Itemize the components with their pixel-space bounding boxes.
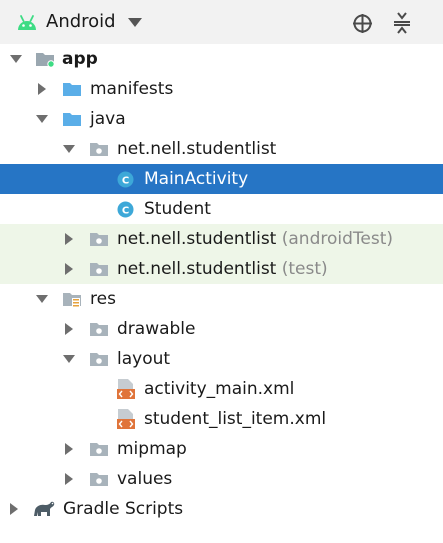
tree-item-label: values (117, 469, 173, 489)
tree-item-label: Student (144, 199, 211, 219)
tree-item-app[interactable]: app (0, 44, 443, 74)
tree-item-drawable[interactable]: drawable (0, 314, 443, 344)
tree-item-package[interactable]: net.nell.studentlist (0, 134, 443, 164)
package-icon (90, 353, 108, 366)
locate-icon[interactable] (352, 13, 373, 34)
project-toolbar: Android (0, 0, 443, 44)
collapsed-arrow-icon[interactable] (63, 263, 75, 275)
tree-item-label: net.nell.studentlist (117, 139, 277, 159)
android-icon (18, 15, 36, 30)
expanded-arrow-icon[interactable] (10, 53, 22, 65)
collapsed-arrow-icon[interactable] (36, 83, 48, 95)
gradle-icon (34, 501, 55, 516)
tree-item-student-list-item-xml[interactable]: student_list_item.xml (0, 404, 443, 434)
expanded-arrow-icon[interactable] (63, 353, 75, 365)
folder-icon (63, 113, 81, 126)
resource-folder-icon (63, 293, 81, 307)
tree-item-activity-main-xml[interactable]: activity_main.xml (0, 374, 443, 404)
svg-text:C: C (122, 176, 129, 187)
tree-item-mainactivity[interactable]: C MainActivity (0, 164, 443, 194)
package-icon (90, 263, 108, 276)
svg-text:C: C (122, 206, 129, 217)
tree-item-label: activity_main.xml (144, 379, 295, 399)
module-folder-icon (36, 53, 55, 68)
tree-item-package-test[interactable]: net.nell.studentlist (test) (0, 254, 443, 284)
package-icon (90, 323, 108, 336)
package-icon (90, 473, 108, 486)
tree-item-label: net.nell.studentlist (117, 259, 277, 279)
source-set-suffix: (androidTest) (281, 229, 394, 249)
folder-icon (63, 83, 81, 96)
tree-item-label: manifests (90, 79, 174, 99)
tree-item-label: MainActivity (144, 169, 249, 189)
tree-item-label: Gradle Scripts (63, 499, 184, 519)
collapsed-arrow-icon[interactable] (63, 473, 75, 485)
layout-xml-icon (117, 379, 135, 399)
tree-item-java[interactable]: java (0, 104, 443, 134)
tree-item-label: mipmap (117, 439, 187, 459)
expanded-arrow-icon[interactable] (63, 143, 75, 155)
expanded-arrow-icon[interactable] (36, 293, 48, 305)
tree-item-label: net.nell.studentlist (117, 229, 277, 249)
tree-item-label: app (62, 49, 98, 69)
tree-item-package-androidtest[interactable]: net.nell.studentlist (androidTest) (0, 224, 443, 254)
collapsed-arrow-icon[interactable] (8, 503, 20, 515)
tree-item-label: student_list_item.xml (144, 409, 327, 429)
tree-item-gradle-scripts[interactable]: Gradle Scripts (0, 494, 443, 524)
collapse-all-icon[interactable] (392, 12, 412, 34)
package-icon (90, 443, 108, 456)
class-icon: C (117, 201, 134, 218)
project-view-selector[interactable]: Android (46, 11, 116, 33)
dropdown-arrow-icon[interactable] (128, 18, 142, 27)
tree-item-label: drawable (117, 319, 196, 339)
source-set-suffix: (test) (281, 259, 328, 279)
class-icon: C (117, 171, 134, 188)
tree-item-student[interactable]: C Student (0, 194, 443, 224)
tree-item-res[interactable]: res (0, 284, 443, 314)
tree-item-layout[interactable]: layout (0, 344, 443, 374)
tree-item-label: res (90, 289, 116, 309)
package-icon (90, 143, 108, 156)
layout-xml-icon (117, 409, 135, 429)
tree-item-values[interactable]: values (0, 464, 443, 494)
tree-item-label: java (90, 109, 126, 129)
tree-item-mipmap[interactable]: mipmap (0, 434, 443, 464)
collapsed-arrow-icon[interactable] (63, 323, 75, 335)
project-tree: app manifests java net.nell.studentlist … (0, 44, 443, 524)
package-icon (90, 233, 108, 246)
expanded-arrow-icon[interactable] (36, 113, 48, 125)
tree-item-label: layout (117, 349, 171, 369)
tree-item-manifests[interactable]: manifests (0, 74, 443, 104)
collapsed-arrow-icon[interactable] (63, 443, 75, 455)
collapsed-arrow-icon[interactable] (63, 233, 75, 245)
